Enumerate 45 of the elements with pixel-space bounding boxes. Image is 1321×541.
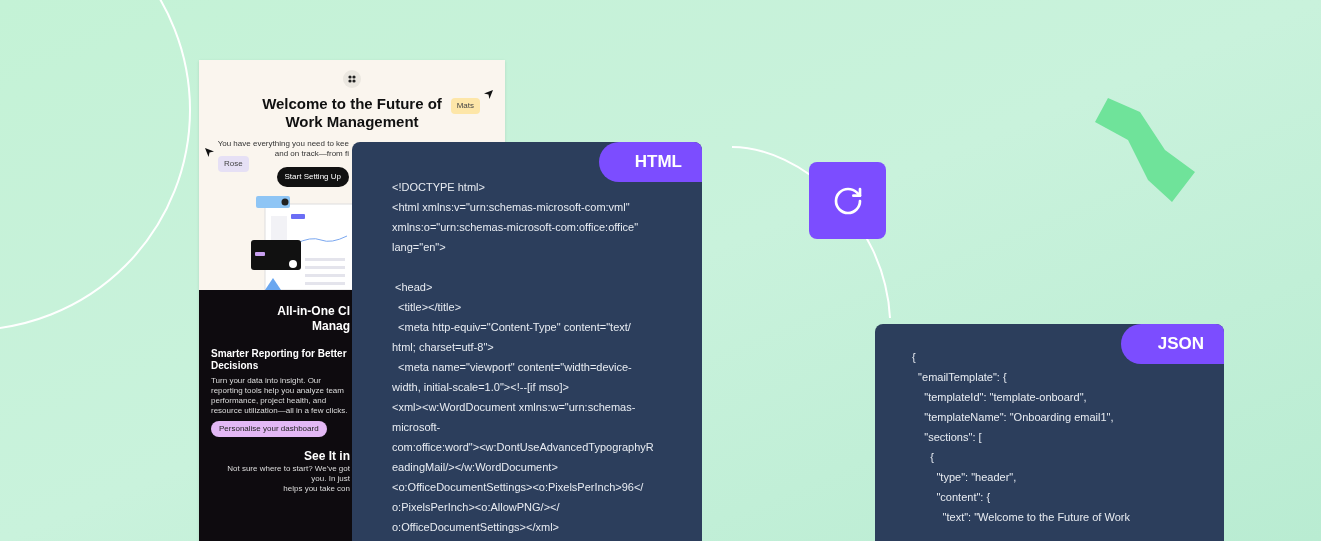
code-line: html; charset=utf-8">	[392, 340, 494, 355]
language-badge: HTML	[599, 142, 702, 182]
pointer-icon	[484, 90, 493, 99]
refresh-button[interactable]	[809, 162, 886, 239]
cursor-label: Mats	[450, 98, 480, 114]
code-line: "text": "Welcome to the Future of Work	[941, 510, 1130, 525]
email-subtitle: You have everything you need to kee	[217, 139, 349, 149]
section-heading: See It in	[304, 449, 350, 464]
code-line: <title></title>	[397, 300, 462, 315]
code-line: <meta name="viewport" content="width=device-	[397, 360, 632, 375]
section-heading: Manag	[312, 319, 350, 334]
section-text: helps you take con	[282, 484, 350, 494]
code-line: xmlns:o="urn:schemas-microsoft-com:office:office"	[392, 220, 639, 235]
feature-title: Smarter Reporting for Better Decisions	[211, 348, 348, 372]
code-line: {	[912, 350, 916, 365]
code-line: "content": {	[935, 490, 991, 505]
code-line: <!DOCTYPE html>	[392, 180, 485, 195]
code-line: <xml><w:WordDocument xmlns:w="urn:schemas-	[392, 400, 636, 415]
code-line: <meta http-equiv="Content-Type" content="text/	[397, 320, 631, 335]
code-line: <html xmlns:v="urn:schemas-microsoft-com:vml"	[392, 200, 630, 215]
pointer-icon	[205, 148, 214, 157]
feature-text: Turn your data into insight. Our reporting tools help you analyze team performance, project health, and resource utilization—all in a few clicks.	[211, 376, 349, 416]
code-line: com:office:word"><w:DontUseAdvancedTypographyR	[392, 440, 654, 455]
dashboard-button[interactable]: Personalise your dashboard	[211, 421, 327, 437]
code-line: "templateId": "template-onboard",	[923, 390, 1087, 405]
start-button[interactable]: Start Setting Up	[276, 167, 349, 187]
email-subtitle: and on track—from fi	[274, 149, 349, 159]
code-line: {	[929, 450, 934, 465]
section-heading: All-in-One Cl	[277, 304, 350, 319]
code-line: width, initial-scale=1.0"><!--[if mso]>	[392, 380, 569, 395]
code-line: lang="en">	[392, 240, 446, 255]
code-line: <o:OfficeDocumentSettings><o:PixelsPerInch>96</	[392, 480, 644, 495]
code-line: <head>	[394, 280, 433, 295]
code-line: "sections": [	[923, 430, 982, 445]
logo-icon	[343, 70, 361, 88]
email-heading: Welcome to the Future of Work Management	[261, 95, 443, 131]
code-line: "templateName": "Onboarding email1",	[923, 410, 1114, 425]
language-badge: JSON	[1121, 324, 1224, 364]
code-line: microsoft-	[392, 420, 441, 435]
code-line: o:OfficeDocumentSettings></xml>	[392, 520, 560, 535]
code-line: o:PixelsPerInch><o:AllowPNG/></	[392, 500, 560, 515]
code-line: "emailTemplate": {	[917, 370, 1007, 385]
code-line: "type": "header",	[935, 470, 1017, 485]
cursor-label: Rose	[218, 156, 249, 172]
code-line: eadingMail/></w:WordDocument>	[392, 460, 558, 475]
